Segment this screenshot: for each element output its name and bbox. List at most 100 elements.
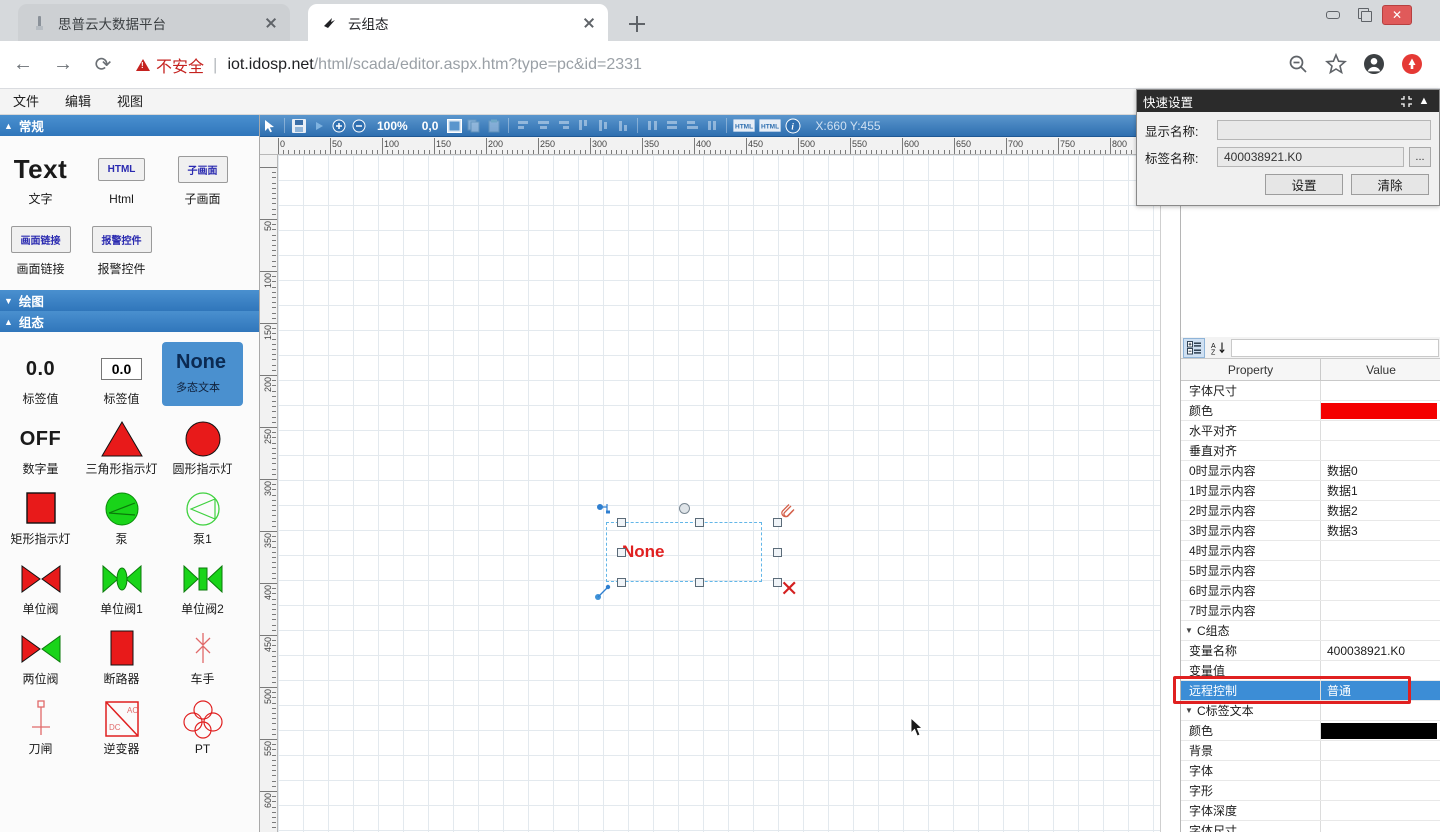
property-row[interactable]: 1时显示内容数据1	[1181, 481, 1440, 501]
property-value[interactable]	[1321, 821, 1440, 832]
resize-handle-e[interactable]	[773, 548, 782, 557]
property-value[interactable]	[1321, 601, 1440, 620]
sidebar-section-general[interactable]: ▲ 常规	[0, 115, 259, 136]
sidebar-section-scada[interactable]: ▲ 组态	[0, 311, 259, 332]
same-size-icon[interactable]	[702, 117, 722, 135]
palette-item-pump1[interactable]: 泵1	[162, 486, 243, 547]
zoom-out-icon[interactable]	[349, 117, 369, 135]
property-value[interactable]: 数据2	[1321, 501, 1440, 520]
align-right-icon[interactable]	[553, 117, 573, 135]
distribute-h-icon[interactable]	[642, 117, 662, 135]
property-value[interactable]: 400038921.K0	[1321, 641, 1440, 660]
resize-handle-n[interactable]	[695, 518, 704, 527]
property-search-input[interactable]	[1231, 339, 1439, 357]
align-bottom-icon[interactable]	[613, 117, 633, 135]
reload-button[interactable]: ⟳	[86, 48, 120, 82]
property-value[interactable]	[1321, 381, 1440, 400]
align-center-h-icon[interactable]	[533, 117, 553, 135]
color-swatch[interactable]	[1321, 723, 1437, 739]
resize-handle-w[interactable]	[617, 548, 626, 557]
window-restore-button[interactable]	[1348, 4, 1378, 26]
categorized-icon[interactable]	[1183, 338, 1205, 358]
property-row[interactable]: 字形	[1181, 781, 1440, 801]
property-value[interactable]	[1321, 781, 1440, 800]
zoom-in-icon[interactable]	[329, 117, 349, 135]
property-row[interactable]: 变量值	[1181, 661, 1440, 681]
property-row[interactable]: 背景	[1181, 741, 1440, 761]
property-row[interactable]: 2时显示内容数据2	[1181, 501, 1440, 521]
property-value[interactable]	[1321, 741, 1440, 760]
property-row[interactable]: 6时显示内容	[1181, 581, 1440, 601]
property-value[interactable]	[1321, 721, 1440, 740]
palette-item-subscreen[interactable]: 子画面 子画面	[162, 146, 243, 207]
property-row[interactable]: 字体深度	[1181, 801, 1440, 821]
save-icon[interactable]	[289, 117, 309, 135]
property-row[interactable]: 3时显示内容数据3	[1181, 521, 1440, 541]
property-row[interactable]: 字体	[1181, 761, 1440, 781]
property-value[interactable]: 数据0	[1321, 461, 1440, 480]
palette-item-tag-value[interactable]: 0.0 标签值	[0, 346, 81, 407]
browser-tab-0[interactable]: 思普云大数据平台	[18, 4, 290, 41]
browser-tab-1[interactable]: 云组态	[308, 4, 608, 41]
palette-item-valve[interactable]: 单位阀	[0, 556, 81, 617]
delete-marker-icon[interactable]: ✕	[780, 578, 798, 600]
palette-item-two-way-valve[interactable]: 两位阀	[0, 626, 81, 687]
same-width-icon[interactable]	[662, 117, 682, 135]
property-value[interactable]	[1321, 441, 1440, 460]
paste-icon[interactable]	[484, 117, 504, 135]
property-row[interactable]: 7时显示内容	[1181, 601, 1440, 621]
bookmark-star-icon[interactable]	[1324, 52, 1350, 78]
palette-item-circle-lamp[interactable]: 圆形指示灯	[162, 416, 243, 477]
align-middle-icon[interactable]	[593, 117, 613, 135]
address-bar[interactable]: 不安全 | iot.idosp.net/html/scada/editor.as…	[130, 48, 1280, 82]
palette-item-valve1[interactable]: 单位阀1	[81, 556, 162, 617]
property-value[interactable]	[1321, 701, 1440, 720]
palette-item-multistate-text[interactable]: None 多态文本	[162, 346, 243, 407]
align-top-icon[interactable]	[573, 117, 593, 135]
property-value[interactable]	[1321, 581, 1440, 600]
forward-button[interactable]: →	[46, 48, 80, 82]
palette-item-inverter[interactable]: AC DC 逆变器	[81, 696, 162, 757]
property-row[interactable]: 字体尺寸	[1181, 381, 1440, 401]
resize-handle-se[interactable]	[773, 578, 782, 587]
menu-file[interactable]: 文件	[0, 89, 52, 115]
palette-item-alarm-widget[interactable]: 报警控件 报警控件	[81, 216, 162, 277]
group-chevron-icon[interactable]: ▼	[1181, 626, 1197, 635]
property-row[interactable]: 0时显示内容数据0	[1181, 461, 1440, 481]
sidebar-section-drawing[interactable]: ▼ 绘图	[0, 290, 259, 311]
menu-edit[interactable]: 编辑	[52, 89, 104, 115]
browse-button[interactable]: ...	[1409, 147, 1431, 167]
palette-item-pt[interactable]: PT	[162, 696, 243, 757]
property-value[interactable]	[1321, 761, 1440, 780]
property-row[interactable]: ▼C组态	[1181, 621, 1440, 641]
collapse-icon[interactable]	[1397, 93, 1415, 109]
property-row[interactable]: 颜色	[1181, 721, 1440, 741]
window-minimize-button[interactable]	[1318, 4, 1348, 26]
property-value[interactable]	[1321, 801, 1440, 820]
palette-item-digital[interactable]: OFF 数字量	[0, 416, 81, 477]
resize-handle-s[interactable]	[695, 578, 704, 587]
align-left-icon[interactable]	[513, 117, 533, 135]
property-row[interactable]: 字体尺寸	[1181, 821, 1440, 832]
menu-view[interactable]: 视图	[104, 89, 156, 115]
property-value[interactable]: 普通	[1321, 681, 1440, 700]
palette-item-html[interactable]: HTML Html	[81, 146, 162, 207]
design-canvas[interactable]: None	[278, 155, 1180, 832]
property-value[interactable]: 数据3	[1321, 521, 1440, 540]
display-name-input[interactable]	[1217, 120, 1431, 140]
property-value[interactable]	[1321, 561, 1440, 580]
property-row[interactable]: 垂直对齐	[1181, 441, 1440, 461]
fullscreen-icon[interactable]	[444, 117, 464, 135]
selected-component[interactable]: None	[600, 500, 800, 600]
same-height-icon[interactable]	[682, 117, 702, 135]
palette-item-triangle-lamp[interactable]: 三角形指示灯	[81, 416, 162, 477]
tab-close-button[interactable]	[578, 12, 600, 34]
tab-close-button[interactable]	[260, 12, 282, 34]
property-value[interactable]	[1321, 541, 1440, 560]
property-row[interactable]: 4时显示内容	[1181, 541, 1440, 561]
tag-name-input[interactable]: 400038921.K0	[1217, 147, 1404, 167]
palette-item-rect-lamp[interactable]: 矩形指示灯	[0, 486, 81, 547]
clip-icon[interactable]	[780, 502, 796, 525]
group-chevron-icon[interactable]: ▼	[1181, 706, 1197, 715]
back-button[interactable]: ←	[6, 48, 40, 82]
